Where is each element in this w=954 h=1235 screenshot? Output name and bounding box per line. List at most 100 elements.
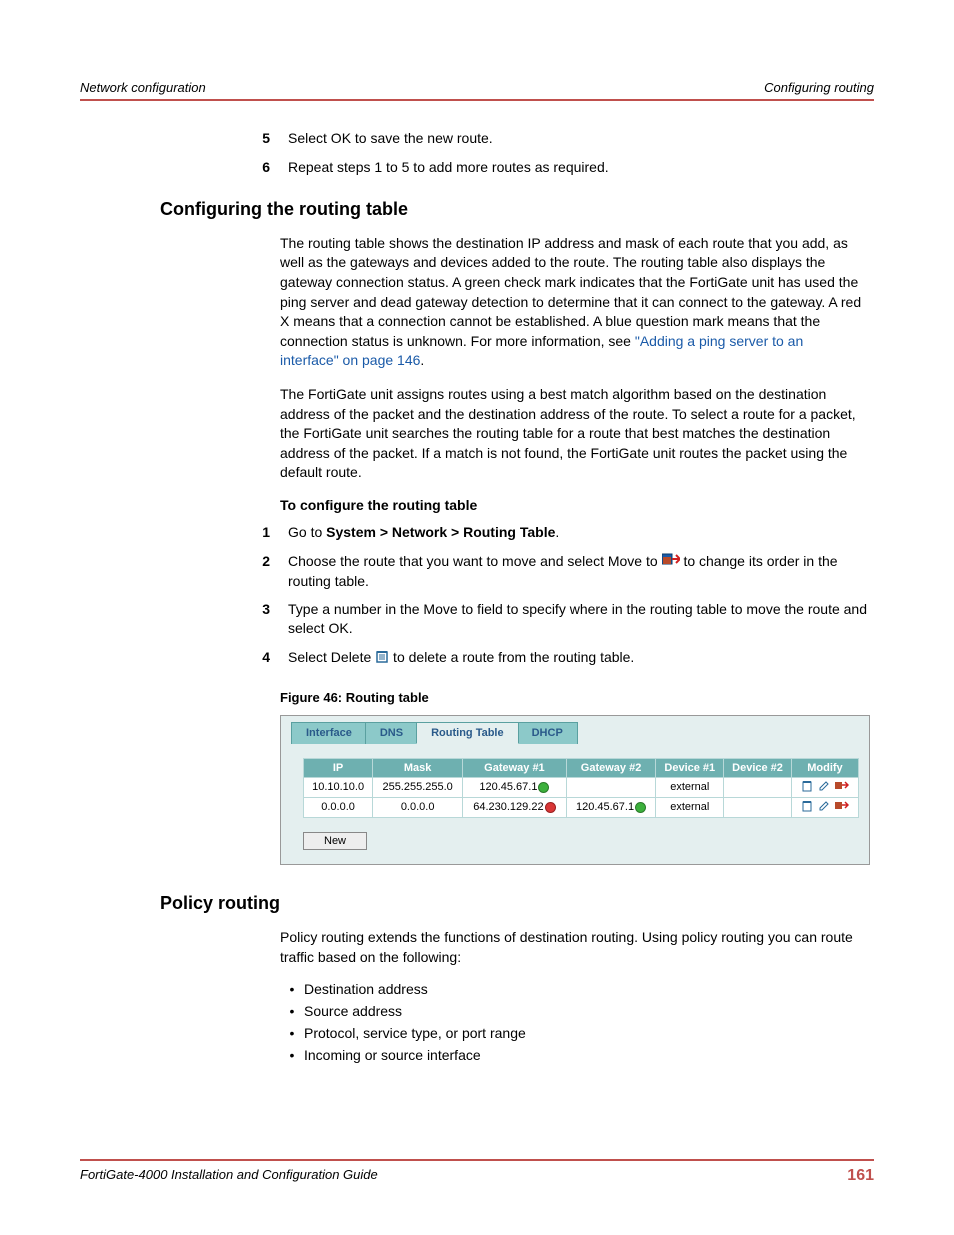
step-number: 2 <box>240 552 288 591</box>
step-row: 5 Select OK to save the new route. <box>240 129 874 148</box>
routing-table: IP Mask Gateway #1 Gateway #2 Device #1 … <box>303 758 859 818</box>
header-right: Configuring routing <box>764 80 874 95</box>
cell-dev2 <box>724 777 792 797</box>
text-run: to delete a route from the routing table… <box>389 649 634 665</box>
col-dev1: Device #1 <box>656 758 724 777</box>
step-number: 1 <box>240 523 288 542</box>
para-text: . <box>420 352 424 368</box>
cell-modify <box>791 797 858 817</box>
gw2-value: 120.45.67.1 <box>576 801 634 813</box>
list-item: •Protocol, service type, or port range <box>280 1025 874 1041</box>
cell-dev1: external <box>656 777 724 797</box>
table-row: 0.0.0.0 0.0.0.0 64.230.129.22 120.45.67.… <box>304 797 859 817</box>
menu-path: System > Network > Routing Table <box>326 524 555 540</box>
gw1-value: 64.230.129.22 <box>473 801 543 813</box>
status-fail-icon <box>545 802 556 813</box>
list-item: •Source address <box>280 1003 874 1019</box>
figure-caption: Figure 46: Routing table <box>280 690 874 705</box>
config-steps: 1 Go to System > Network > Routing Table… <box>240 523 874 668</box>
para-text: The routing table shows the destination … <box>280 235 861 349</box>
routing-table-figure: Interface DNS Routing Table DHCP IP Mask… <box>280 715 870 865</box>
step-row: 6 Repeat steps 1 to 5 to add more routes… <box>240 158 874 177</box>
step-number: 5 <box>240 129 288 148</box>
paragraph: Policy routing extends the functions of … <box>280 928 864 967</box>
bullet-icon: • <box>280 981 304 997</box>
gw1-value: 120.45.67.1 <box>479 781 537 793</box>
text-run: Go to <box>288 524 326 540</box>
delete-icon <box>375 649 389 668</box>
cell-modify <box>791 777 858 797</box>
col-mask: Mask <box>373 758 463 777</box>
cell-gw1: 120.45.67.1 <box>463 777 567 797</box>
col-gw2: Gateway #2 <box>566 758 656 777</box>
new-button[interactable]: New <box>303 832 367 850</box>
cell-mask: 255.255.255.0 <box>373 777 463 797</box>
edit-icon[interactable] <box>818 800 830 815</box>
tab-dhcp[interactable]: DHCP <box>517 722 578 744</box>
bullet-icon: • <box>280 1003 304 1019</box>
text-run: Choose the route that you want to move a… <box>288 553 662 569</box>
paragraph: The FortiGate unit assigns routes using … <box>280 385 864 483</box>
move-to-icon <box>662 553 680 572</box>
step-row: 1 Go to System > Network > Routing Table… <box>240 523 874 542</box>
bullet-text: Incoming or source interface <box>304 1047 481 1063</box>
section-heading-policy-routing: Policy routing <box>160 893 874 914</box>
move-to-icon[interactable] <box>835 800 849 815</box>
paragraph: The routing table shows the destination … <box>280 234 864 371</box>
col-modify: Modify <box>791 758 858 777</box>
page-number: 161 <box>847 1167 874 1185</box>
cell-gw1: 64.230.129.22 <box>463 797 567 817</box>
col-dev2: Device #2 <box>724 758 792 777</box>
page-header: Network configuration Configuring routin… <box>80 80 874 101</box>
tab-interface[interactable]: Interface <box>291 722 367 744</box>
cell-ip: 0.0.0.0 <box>304 797 373 817</box>
cell-gw2: 120.45.67.1 <box>566 797 656 817</box>
status-ok-icon <box>635 802 646 813</box>
cell-gw2 <box>566 777 656 797</box>
text-run: . <box>555 524 559 540</box>
step-row: 2 Choose the route that you want to move… <box>240 552 874 591</box>
cell-ip: 10.10.10.0 <box>304 777 373 797</box>
bullet-text: Protocol, service type, or port range <box>304 1025 526 1041</box>
cell-mask: 0.0.0.0 <box>373 797 463 817</box>
step-text: Type a number in the Move to field to sp… <box>288 600 874 638</box>
page-footer: FortiGate-4000 Installation and Configur… <box>80 1159 874 1185</box>
top-steps: 5 Select OK to save the new route. 6 Rep… <box>240 129 874 177</box>
text-run: Select Delete <box>288 649 375 665</box>
step-text: Go to System > Network > Routing Table. <box>288 523 874 542</box>
section-heading-configuring-routing-table: Configuring the routing table <box>160 199 874 220</box>
cell-dev1: external <box>656 797 724 817</box>
step-row: 3 Type a number in the Move to field to … <box>240 600 874 638</box>
step-text: Select Delete to delete a route from the… <box>288 648 874 668</box>
step-text: Choose the route that you want to move a… <box>288 552 874 591</box>
col-gw1: Gateway #1 <box>463 758 567 777</box>
table-row: 10.10.10.0 255.255.255.0 120.45.67.1 ext… <box>304 777 859 797</box>
step-number: 3 <box>240 600 288 638</box>
tab-routing-table[interactable]: Routing Table <box>416 722 519 744</box>
bullet-list: •Destination address •Source address •Pr… <box>280 981 874 1063</box>
header-left: Network configuration <box>80 80 206 95</box>
list-item: •Destination address <box>280 981 874 997</box>
table-header-row: IP Mask Gateway #1 Gateway #2 Device #1 … <box>304 758 859 777</box>
edit-icon[interactable] <box>818 780 830 795</box>
step-row: 4 Select Delete to delete a route from t… <box>240 648 874 668</box>
col-ip: IP <box>304 758 373 777</box>
bullet-icon: • <box>280 1025 304 1041</box>
bullet-text: Source address <box>304 1003 402 1019</box>
step-number: 4 <box>240 648 288 668</box>
list-item: •Incoming or source interface <box>280 1047 874 1063</box>
delete-icon[interactable] <box>801 800 813 815</box>
tab-bar: Interface DNS Routing Table DHCP <box>281 716 869 744</box>
tab-dns[interactable]: DNS <box>365 722 418 744</box>
step-text: Select OK to save the new route. <box>288 129 874 148</box>
cell-dev2 <box>724 797 792 817</box>
delete-icon[interactable] <box>801 780 813 795</box>
footer-title: FortiGate-4000 Installation and Configur… <box>80 1167 378 1185</box>
move-to-icon[interactable] <box>835 780 849 795</box>
procedure-heading: To configure the routing table <box>280 497 874 513</box>
bullet-text: Destination address <box>304 981 428 997</box>
bullet-icon: • <box>280 1047 304 1063</box>
step-text: Repeat steps 1 to 5 to add more routes a… <box>288 158 874 177</box>
step-number: 6 <box>240 158 288 177</box>
status-ok-icon <box>538 782 549 793</box>
